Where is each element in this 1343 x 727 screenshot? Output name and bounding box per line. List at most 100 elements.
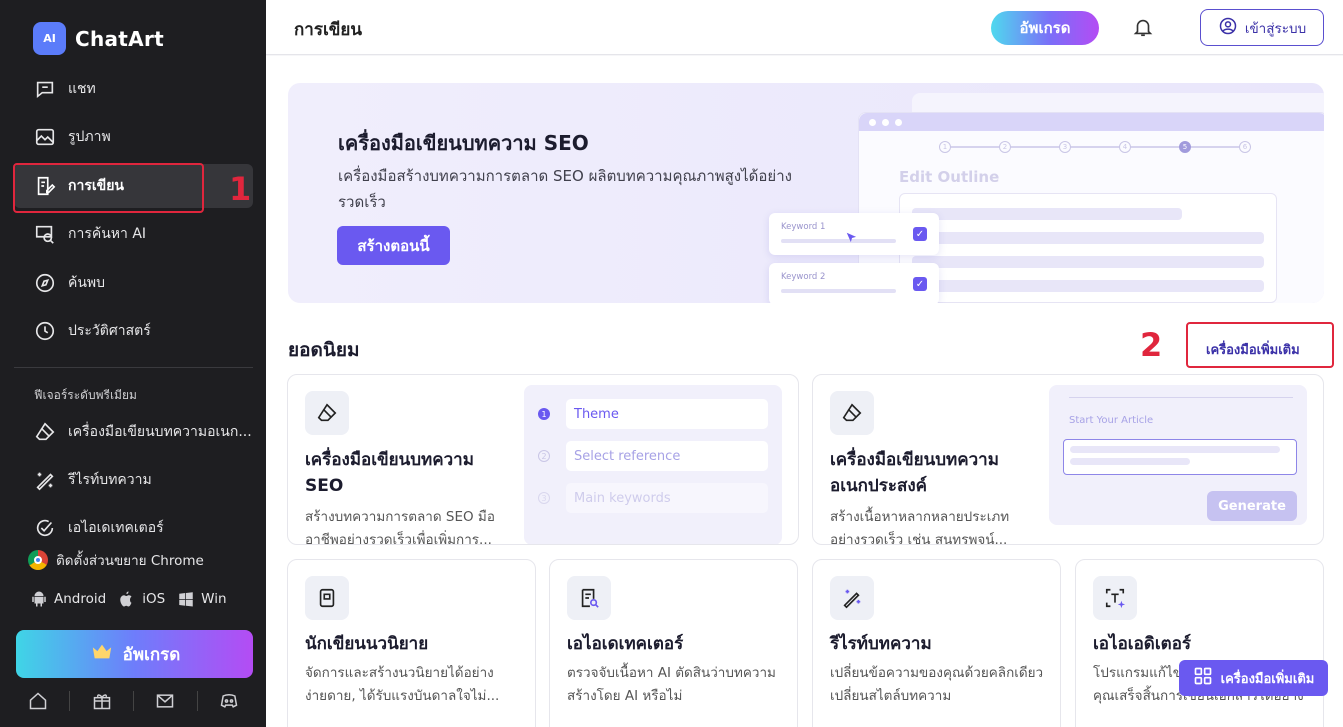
history-icon [34,320,56,342]
page-title: การเขียน [294,20,362,40]
panel-row: Main keywords [566,483,768,513]
android-label[interactable]: Android [54,591,106,607]
logo[interactable]: AI ChatArt [33,22,164,55]
footer-divider [196,691,198,711]
bell-icon[interactable] [1132,16,1154,38]
panel-generate-button: Generate [1207,491,1297,521]
sidebar-item-label: ค้นพบ [68,274,106,291]
chrome-icon [28,550,48,570]
sidebar-item-label: เครื่องมือเขียนบทความอเนก... [68,424,252,440]
card-title: เอไอเดเทคเตอร์ [567,634,684,654]
book-icon [305,576,349,620]
document-search-icon [567,576,611,620]
home-icon[interactable] [26,689,50,713]
android-icon[interactable] [30,590,48,608]
topbar: การเขียน อัพเกรด เข้าสู่ระบบ [266,0,1343,55]
footer-divider [69,691,71,711]
annotation-number-1: 1 [229,170,252,208]
magic-wand-icon [830,576,874,620]
sidebar-item-label: การค้นหา AI [68,226,147,243]
hero-banner: เครื่องมือเขียนบทความ SEO เครื่องมือสร้า… [288,83,1324,303]
preview-steps: 1 2 3 4 5 6 [939,141,1251,153]
card-title: รีไรท์บทความ [830,634,932,654]
image-icon [34,126,56,148]
sidebar-upgrade-button[interactable]: อัพเกรด [16,630,253,678]
login-label: เข้าสู่ระบบ [1244,20,1307,37]
login-button[interactable]: เข้าสู่ระบบ [1200,9,1324,46]
panel-row: Select reference [566,441,768,471]
step-dot: 2 [999,141,1011,153]
eraser-icon [305,391,349,435]
card-description: สร้างเนื้อหาหลากหลายประเภทอย่างรวดเร็ว เ… [830,509,1010,545]
sidebar-item-label: แชท [68,81,96,97]
sidebar-item-rewrite[interactable]: รีไรท์บทความ [14,458,253,502]
sidebar-item-ai-detector[interactable]: เอไอเดเทคเตอร์ [14,506,253,550]
footer-divider [132,691,134,711]
step-dot: 1 [939,141,951,153]
grid-icon [1193,666,1213,690]
sidebar-item-label: เอไอเดเทคเตอร์ [68,520,164,536]
checkbox-checked-icon: ✓ [913,227,927,241]
card-title: เอไอเอดิเตอร์ [1093,634,1192,654]
keyword-label: Keyword 2 [781,272,826,282]
more-tools-link[interactable]: เครื่องมือเพิ่มเติม [1206,339,1300,360]
sidebar-item-discover[interactable]: ค้นพบ [14,261,253,305]
windows-label[interactable]: Win [201,591,226,607]
premium-header: ฟีเจอร์ระดับพรีเมียม [34,388,137,402]
discord-icon[interactable] [217,689,241,713]
sidebar-item-history[interactable]: ประวัติศาสตร์ [14,309,253,353]
preview-keyword-card: Keyword 1 ✓ [769,213,939,255]
preview-keyword-card: Keyword 2 ✓ [769,263,939,303]
hero-subtitle: เครื่องมือสร้างบทความการตลาด SEO ผลิตบทค… [338,167,792,211]
highlight-box-writing [13,163,204,213]
platform-links: Android iOS Win [30,590,227,608]
sidebar-footer [14,686,253,716]
checkbox-checked-icon: ✓ [913,277,927,291]
app-name: ChatArt [75,26,164,51]
card-description: ตรวจจับเนื้อหา AI ตัดสินว่าบทความสร้างโด… [567,665,776,704]
windows-icon[interactable] [177,590,195,608]
step-dot: 4 [1119,141,1131,153]
sidebar-item-chat[interactable]: แชท [14,67,253,111]
panel-row: Theme [566,399,768,429]
tool-card-rewrite[interactable]: รีไรท์บทความ เปลี่ยนข้อความของคุณด้วยคลิ… [812,559,1061,727]
step-dot: 6 [1239,141,1251,153]
eraser-icon [830,391,874,435]
main-content: เครื่องมือเขียนบทความ SEO เครื่องมือสร้า… [266,56,1343,727]
preview-outline-box [899,193,1277,303]
card-description: จัดการและสร้างนวนิยายได้อย่างง่ายดาย, ได… [305,665,500,704]
floating-more-tools-button[interactable]: เครื่องมือเพิ่มเติม [1179,660,1328,696]
crown-icon [89,641,115,668]
annotation-number-2: 2 [1140,326,1163,364]
sidebar-item-image[interactable]: รูปภาพ [14,115,253,159]
preview-heading: Edit Outline [899,168,1000,186]
gift-icon[interactable] [90,689,114,713]
ios-label[interactable]: iOS [142,591,165,607]
create-now-button[interactable]: สร้างตอนนี้ [337,226,450,265]
tool-card-novel-writer[interactable]: นักเขียนนวนิยาย จัดการและสร้างนวนิยายได้… [287,559,536,727]
article-preview-panel: Start Your Article Generate [1049,385,1307,525]
sidebar-item-label: รูปภาพ [68,129,111,146]
tool-card-ai-editor[interactable]: เอไอเอดิเตอร์ โปรแกรมแก้ไขเอกสาร AI ช่วย… [1075,559,1324,727]
card-description: สร้างบทความการตลาด SEO มืออาชีพอย่างรวดเ… [305,509,495,545]
eraser-icon [34,421,56,443]
tool-card-multipurpose-writer[interactable]: เครื่องมือเขียนบทความอเนกประสงค์ สร้างเน… [812,374,1324,545]
apple-icon[interactable] [118,590,136,608]
mail-icon[interactable] [153,689,177,713]
chrome-extension-link[interactable]: ติดตั้งส่วนขยาย Chrome [28,549,204,571]
seo-preview-panel: 1 Theme 2 Select reference 3 Main keywor… [524,385,782,544]
sidebar-item-multipurpose-writer[interactable]: เครื่องมือเขียนบทความอเนก... [14,410,253,454]
topbar-upgrade-button[interactable]: อัพเกรด [991,11,1099,45]
check-circle-icon [34,517,56,539]
compass-icon [34,272,56,294]
chrome-extension-label: ติดตั้งส่วนขยาย Chrome [56,553,204,569]
sidebar-item-label: รีไรท์บทความ [68,472,152,488]
card-title: เครื่องมือเขียนบทความ SEO [305,450,474,496]
sidebar-divider [14,367,253,368]
tool-card-ai-detector[interactable]: เอไอเดเทคเตอร์ ตรวจจับเนื้อหา AI ตัดสินว… [549,559,798,727]
cursor-icon [845,230,859,249]
ai-search-icon [34,223,56,245]
sidebar-item-ai-search[interactable]: การค้นหา AI [14,212,253,256]
tool-card-seo-writer[interactable]: เครื่องมือเขียนบทความ SEO สร้างบทความการ… [287,374,799,545]
sidebar: AI ChatArt แชท รูปภาพ การเขียน การค้นหา … [0,0,266,727]
